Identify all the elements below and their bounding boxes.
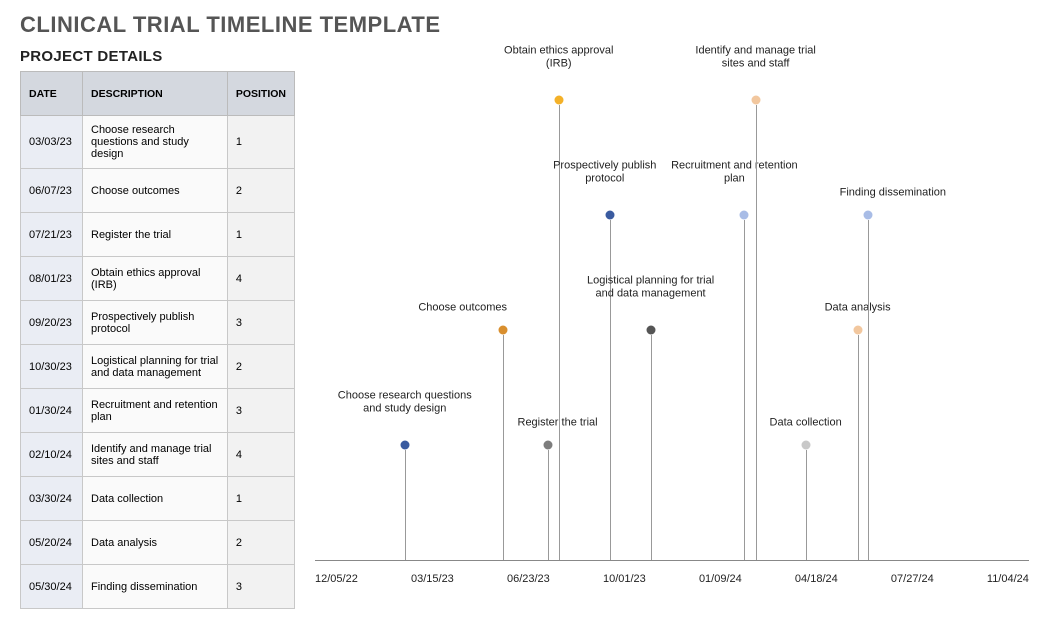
timeline-stem	[405, 450, 406, 560]
cell-description: Choose outcomes	[83, 169, 228, 213]
cell-position: 2	[227, 169, 294, 213]
table-row: 06/07/23Choose outcomes2	[21, 169, 295, 213]
x-tick: 03/15/23	[411, 573, 454, 585]
details-table: DATE DESCRIPTION POSITION 03/03/23Choose…	[20, 71, 295, 609]
timeline-stem	[610, 220, 611, 560]
cell-description: Prospectively publish protocol	[83, 301, 228, 345]
timeline-dot	[498, 326, 507, 335]
x-tick: 12/05/22	[315, 573, 358, 585]
timeline-label: Choose outcomes	[398, 302, 528, 316]
table-row: 01/30/24Recruitment and retention plan3	[21, 389, 295, 433]
cell-date: 05/30/24	[21, 565, 83, 609]
cell-position: 1	[227, 213, 294, 257]
cell-description: Data collection	[83, 477, 228, 521]
cell-position: 2	[227, 345, 294, 389]
x-tick: 04/18/24	[795, 573, 838, 585]
table-row: 05/20/24Data analysis2	[21, 521, 295, 565]
cell-description: Data analysis	[83, 521, 228, 565]
table-row: 03/30/24Data collection1	[21, 477, 295, 521]
cell-date: 10/30/23	[21, 345, 83, 389]
table-row: 08/01/23Obtain ethics approval (IRB)4	[21, 257, 295, 301]
x-tick: 07/27/24	[891, 573, 934, 585]
table-row: 10/30/23Logistical planning for trial an…	[21, 345, 295, 389]
cell-description: Choose research questions and study desi…	[83, 116, 228, 169]
timeline-dot	[543, 441, 552, 450]
timeline-label: Recruitment and retention plan	[649, 159, 819, 187]
cell-date: 09/20/23	[21, 301, 83, 345]
cell-date: 05/20/24	[21, 521, 83, 565]
x-tick: 06/23/23	[507, 573, 550, 585]
timeline-stem	[651, 335, 652, 560]
timeline-label: Obtain ethics approval (IRB)	[479, 44, 639, 72]
table-row: 07/21/23Register the trial1	[21, 213, 295, 257]
cell-description: Recruitment and retention plan	[83, 389, 228, 433]
cell-description: Register the trial	[83, 213, 228, 257]
table-row: 09/20/23Prospectively publish protocol3	[21, 301, 295, 345]
cell-position: 3	[227, 301, 294, 345]
timeline-dot	[751, 96, 760, 105]
timeline-stem	[806, 450, 807, 560]
cell-position: 3	[227, 389, 294, 433]
timeline-dot	[863, 211, 872, 220]
table-row: 03/03/23Choose research questions and st…	[21, 116, 295, 169]
timeline-label: Data collection	[751, 417, 861, 431]
cell-position: 1	[227, 116, 294, 169]
timeline-stem	[503, 335, 504, 560]
cell-date: 06/07/23	[21, 169, 83, 213]
timeline-dot	[740, 211, 749, 220]
x-tick: 11/04/24	[987, 573, 1029, 585]
cell-date: 07/21/23	[21, 213, 83, 257]
cell-date: 01/30/24	[21, 389, 83, 433]
table-row: 02/10/24Identify and manage trial sites …	[21, 433, 295, 477]
cell-position: 2	[227, 521, 294, 565]
cell-position: 4	[227, 433, 294, 477]
cell-date: 08/01/23	[21, 257, 83, 301]
x-tick: 10/01/23	[603, 573, 646, 585]
cell-position: 4	[227, 257, 294, 301]
col-header-date: DATE	[21, 72, 83, 116]
timeline-label: Finding dissemination	[818, 187, 968, 201]
timeline-stem	[548, 450, 549, 560]
cell-description: Identify and manage trial sites and staf…	[83, 433, 228, 477]
cell-date: 03/03/23	[21, 116, 83, 169]
cell-description: Logistical planning for trial and data m…	[83, 345, 228, 389]
timeline-stem	[858, 335, 859, 560]
col-header-description: DESCRIPTION	[83, 72, 228, 116]
timeline-dot	[400, 441, 409, 450]
cell-position: 3	[227, 565, 294, 609]
cell-position: 1	[227, 477, 294, 521]
timeline-label: Choose research questions and study desi…	[315, 389, 495, 417]
col-header-position: POSITION	[227, 72, 294, 116]
timeline-dot	[646, 326, 655, 335]
cell-description: Obtain ethics approval (IRB)	[83, 257, 228, 301]
timeline-dot	[605, 211, 614, 220]
timeline-stem	[868, 220, 869, 560]
timeline-label: Logistical planning for trial and data m…	[561, 274, 741, 302]
timeline-stem	[756, 105, 757, 560]
timeline-dot	[554, 96, 563, 105]
timeline-stem	[744, 220, 745, 560]
cell-date: 02/10/24	[21, 433, 83, 477]
timeline-label: Identify and manage trial sites and staf…	[671, 44, 841, 72]
x-tick: 01/09/24	[699, 573, 742, 585]
main-title: CLINICAL TRIAL TIMELINE TEMPLATE	[20, 12, 1029, 38]
timeline-label: Data analysis	[803, 302, 913, 316]
table-row: 05/30/24Finding dissemination3	[21, 565, 295, 609]
timeline-dot	[801, 441, 810, 450]
cell-date: 03/30/24	[21, 477, 83, 521]
cell-description: Finding dissemination	[83, 565, 228, 609]
timeline-label: Register the trial	[498, 417, 618, 431]
timeline-dot	[853, 326, 862, 335]
timeline-chart: Choose research questions and study desi…	[315, 71, 1029, 591]
